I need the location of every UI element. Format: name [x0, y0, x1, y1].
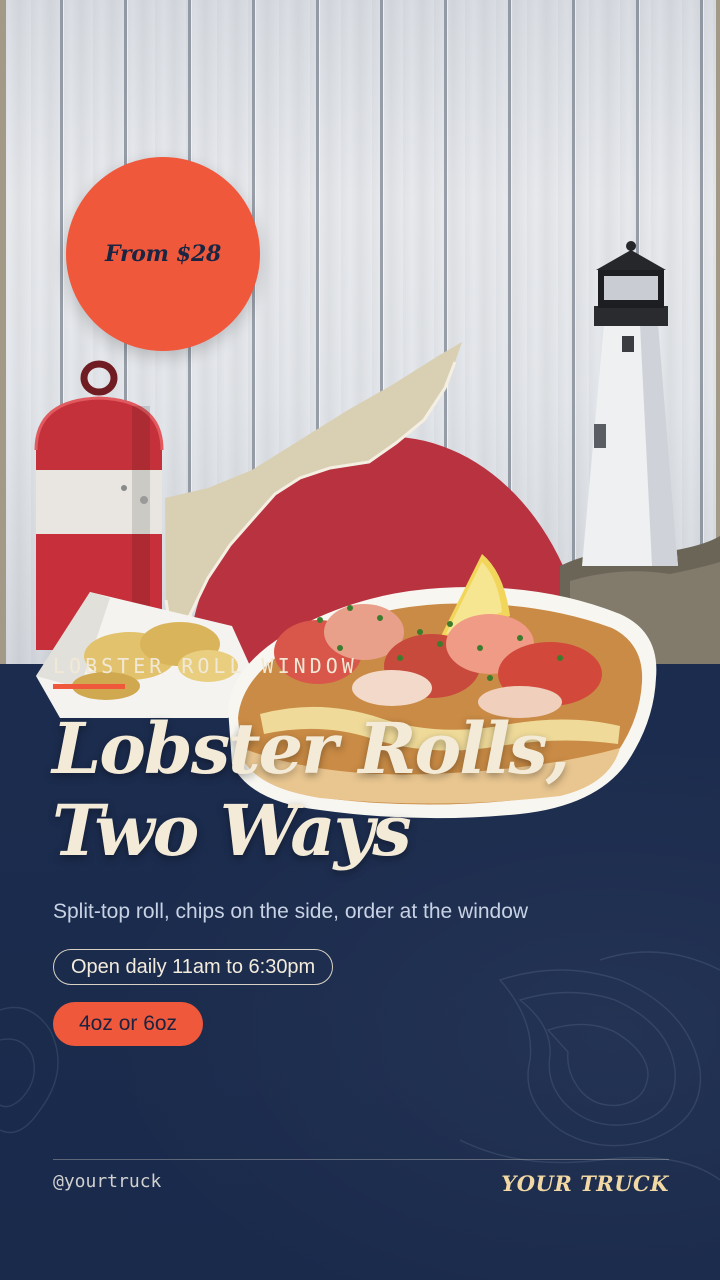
eyebrow-underline: [53, 684, 125, 689]
subtitle: Split-top roll, chips on the side, order…: [53, 900, 529, 923]
eyebrow-label: LOBSTER ROLL WINDOW: [53, 654, 358, 678]
price-badge: From $28: [66, 157, 260, 351]
brand-logo-text: YOUR TRUCK: [501, 1171, 669, 1196]
size-options-pill: 4oz or 6oz: [53, 1002, 204, 1046]
social-handle: @yourtruck: [53, 1171, 162, 1192]
headline-line-2: Two Ways: [52, 789, 412, 872]
headline-line-1: Lobster Rolls,: [52, 707, 570, 790]
hours-pill: Open daily 11am to 6:30pm: [53, 949, 334, 985]
headline: Lobster Rolls, Two Ways: [52, 708, 692, 872]
menu-poster: From $28 LOBSTER ROLL WINDOW Lobster Rol…: [0, 0, 720, 1280]
price-text: From $28: [105, 241, 221, 267]
map-contours: [0, 951, 720, 1181]
footer-divider: [53, 1159, 669, 1160]
